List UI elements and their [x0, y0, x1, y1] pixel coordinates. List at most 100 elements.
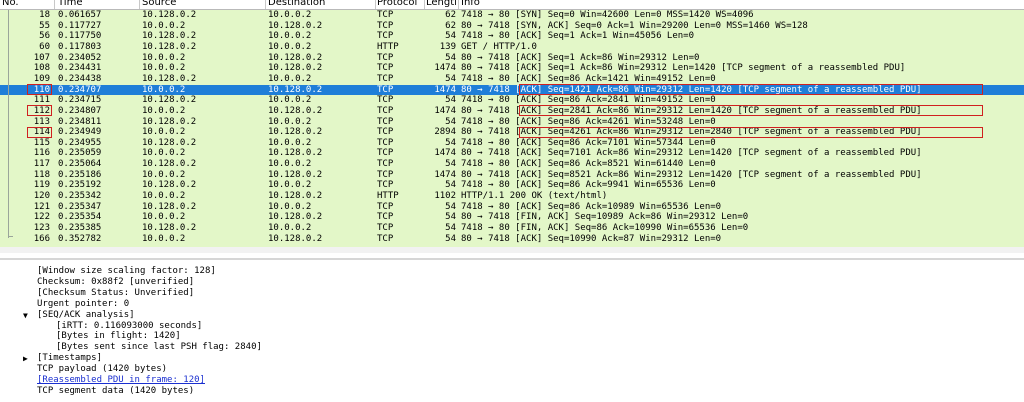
- packet-protocol: TCP: [377, 233, 394, 244]
- packet-row[interactable]: 166 0.352782 10.0.0.2 10.128.0.2 TCP 54 80 → 7…: [0, 234, 1024, 245]
- packet-row[interactable]: 119 0.235192 10.128.0.2 10.0.0.2 TCP 54 7418 →…: [0, 180, 1024, 191]
- reassembled-pdu-link[interactable]: [Reassembled PDU in frame: 120]: [37, 375, 205, 386]
- packet-list-header: No. Time Source Destination Protocol Len…: [0, 0, 1024, 10]
- packet-length: 2894: [434, 127, 456, 138]
- packet-destination: 10.0.0.2: [268, 73, 312, 84]
- packet-protocol: TCP: [377, 223, 394, 233]
- packet-protocol: TCP: [377, 127, 394, 138]
- packet-row[interactable]: 113 0.234811 10.128.0.2 10.0.0.2 TCP 54 7418 →…: [0, 117, 1024, 128]
- packet-row[interactable]: 118 0.235186 10.0.0.2 10.128.0.2 TCP 1474 80 →…: [0, 170, 1024, 181]
- packet-destination: 10.0.0.2: [268, 95, 312, 106]
- packet-source: 10.128.0.2: [142, 41, 197, 52]
- column-header-time[interactable]: Time: [58, 0, 82, 9]
- packet-length: 54: [445, 52, 456, 63]
- packet-time: 0.234715: [58, 95, 102, 106]
- packet-row[interactable]: 120 0.235342 10.0.0.2 10.128.0.2 HTTP 1102 HTT…: [0, 191, 1024, 202]
- packet-row[interactable]: 107 0.234052 10.0.0.2 10.128.0.2 TCP 54 80 → 7…: [0, 53, 1024, 64]
- packet-row[interactable]: 108 0.234431 10.0.0.2 10.128.0.2 TCP 1474 80 →…: [0, 63, 1024, 74]
- packet-info: 7418 → 80 [FIN, ACK] Seq=86 Ack=10990 Wi…: [461, 223, 749, 233]
- packet-source: 10.128.0.2: [142, 116, 197, 127]
- packet-source: 10.0.0.2: [142, 212, 186, 223]
- conversation-bracket: [8, 10, 9, 238]
- expand-arrow-right-icon[interactable]: ▶: [23, 353, 28, 364]
- packet-details-pane[interactable]: [Window size scaling factor: 128] Checksu…: [0, 262, 1024, 402]
- pane-divider[interactable]: [0, 258, 1024, 260]
- detail-text: TCP payload (1420 bytes): [37, 364, 168, 375]
- packet-source: 10.0.0.2: [142, 84, 186, 95]
- packet-row[interactable]: 121 0.235347 10.128.0.2 10.0.0.2 TCP 54 7418 →…: [0, 202, 1024, 213]
- column-header-source[interactable]: Source: [142, 0, 176, 9]
- horizontal-scrollbar[interactable]: [0, 247, 1024, 253]
- packet-length: 62: [445, 20, 456, 31]
- packet-length: 54: [445, 180, 456, 191]
- packet-info: 80 → 7418 [SYN, ACK] Seq=0 Ack=1 Win=292…: [461, 20, 808, 31]
- detail-text: Urgent pointer: 0: [37, 298, 130, 309]
- packet-row[interactable]: 109 0.234438 10.128.0.2 10.0.0.2 TCP 54 7418 →…: [0, 74, 1024, 85]
- packet-destination: 10.128.0.2: [268, 233, 323, 244]
- packet-length: 1474: [434, 148, 456, 159]
- packet-row[interactable]: 123 0.235385 10.128.0.2 10.0.0.2 TCP 54 7418 →…: [0, 223, 1024, 234]
- detail-line: [Bytes sent since last PSH flag: 2840]: [56, 342, 262, 353]
- packet-length: 1474: [434, 63, 456, 74]
- column-header-info[interactable]: Info: [461, 0, 480, 9]
- packet-row[interactable]: 122 0.235354 10.0.0.2 10.128.0.2 TCP 54 80 → 7…: [0, 212, 1024, 223]
- packet-row[interactable]: 117 0.235064 10.128.0.2 10.0.0.2 TCP 54 7418 →…: [0, 159, 1024, 170]
- packet-time: 0.235385: [58, 223, 102, 233]
- column-header-protocol[interactable]: Protocol: [377, 0, 417, 9]
- packet-info: 7418 → 80 [ACK] Seq=86 Ack=2841 Win=4915…: [461, 95, 716, 106]
- packet-protocol: TCP: [377, 180, 394, 191]
- expand-arrow-down-icon[interactable]: ▼: [23, 310, 28, 321]
- column-header-length[interactable]: Lengtl: [426, 0, 457, 9]
- packet-protocol: HTTP: [377, 191, 399, 202]
- packet-time: 0.234955: [58, 137, 102, 148]
- packet-row[interactable]: 18 0.061657 10.128.0.2 10.0.0.2 TCP 62 7418 → …: [0, 10, 1024, 21]
- packet-destination: 10.128.0.2: [268, 127, 323, 138]
- packet-info: GET / HTTP/1.0: [461, 41, 537, 52]
- packet-destination: 10.0.0.2: [268, 180, 312, 191]
- detail-line: [Bytes in flight: 1420]: [56, 331, 181, 342]
- packet-destination: 10.0.0.2: [268, 137, 312, 148]
- packet-protocol: TCP: [377, 201, 394, 212]
- packet-destination: 10.128.0.2: [268, 191, 323, 202]
- packet-row[interactable]: 116 0.235059 10.0.0.2 10.128.0.2 TCP 1474 80 →…: [0, 148, 1024, 159]
- packet-row[interactable]: 60 0.117803 10.128.0.2 10.0.0.2 HTTP 139 GET /…: [0, 42, 1024, 53]
- packet-time: 0.234438: [58, 73, 102, 84]
- packet-source: 10.0.0.2: [142, 169, 186, 180]
- packet-protocol: TCP: [377, 20, 394, 31]
- packet-time: 0.117727: [58, 20, 102, 31]
- packet-source: 10.0.0.2: [142, 233, 186, 244]
- packet-row[interactable]: 115 0.234955 10.128.0.2 10.0.0.2 TCP 54 7418 →…: [0, 138, 1024, 149]
- detail-line[interactable]: ▼ [SEQ/ACK analysis]: [23, 310, 135, 321]
- packet-info: 7418 → 80 [ACK] Seq=86 Ack=9941 Win=6553…: [461, 180, 716, 191]
- packet-length: 54: [445, 73, 456, 84]
- column-header-destination[interactable]: Destination: [268, 0, 325, 9]
- packet-source: 10.128.0.2: [142, 31, 197, 42]
- packet-length: 54: [445, 212, 456, 223]
- conversation-bracket-end: [8, 236, 13, 237]
- packet-info: 80 → 7418 [ACK] Seq=1 Ack=86 Win=29312 L…: [461, 52, 700, 63]
- column-header-no[interactable]: No.: [2, 0, 19, 9]
- detail-line[interactable]: ▶ [Timestamps]: [23, 353, 102, 364]
- detail-text: [Bytes in flight: 1420]: [56, 331, 181, 342]
- packet-protocol: HTTP: [377, 41, 399, 52]
- packet-destination: 10.128.0.2: [268, 105, 323, 116]
- packet-info: 7418 → 80 [ACK] Seq=86 Ack=7101 Win=5734…: [461, 137, 716, 148]
- packet-source: 10.0.0.2: [142, 191, 186, 202]
- packet-source: 10.0.0.2: [142, 20, 186, 31]
- packet-info: 7418 → 80 [ACK] Seq=86 Ack=1421 Win=4915…: [461, 73, 716, 84]
- packet-source: 10.0.0.2: [142, 63, 186, 74]
- highlight-box-info: [519, 105, 983, 117]
- packet-row[interactable]: 56 0.117750 10.128.0.2 10.0.0.2 TCP 54 7418 → …: [0, 31, 1024, 42]
- packet-source: 10.0.0.2: [142, 148, 186, 159]
- packet-time: 0.235192: [58, 180, 102, 191]
- packet-length: 1474: [434, 105, 456, 116]
- detail-line: [Window size scaling factor: 128]: [37, 266, 216, 277]
- packet-row[interactable]: 111 0.234715 10.128.0.2 10.0.0.2 TCP 54 7418 →…: [0, 95, 1024, 106]
- packet-row[interactable]: 55 0.117727 10.0.0.2 10.128.0.2 TCP 62 80 → 74…: [0, 21, 1024, 32]
- detail-text[interactable]: [Reassembled PDU in frame: 120]: [37, 375, 205, 385]
- packet-destination: 10.128.0.2: [268, 52, 323, 63]
- packet-protocol: TCP: [377, 52, 394, 63]
- packet-time: 0.234052: [58, 52, 102, 63]
- packet-length: 62: [445, 10, 456, 20]
- packet-destination: 10.0.0.2: [268, 223, 312, 233]
